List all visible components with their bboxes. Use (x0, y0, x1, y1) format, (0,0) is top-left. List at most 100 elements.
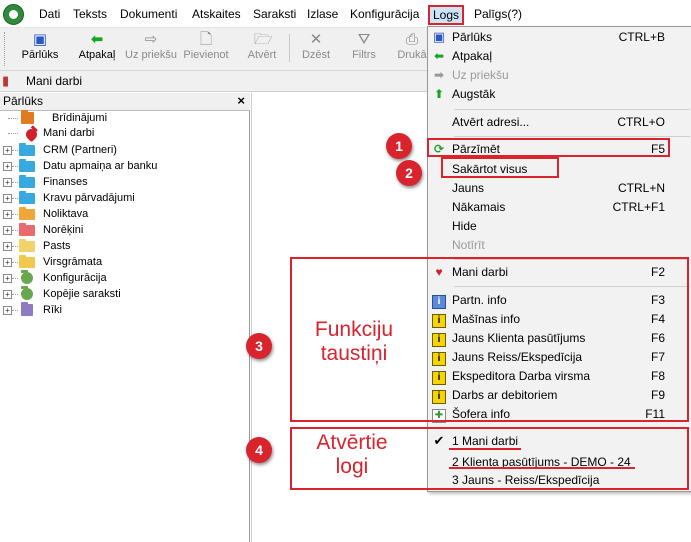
dzest-button[interactable]: ✕ Dzēst (299, 30, 333, 66)
annotation-badge-1: 1 (386, 133, 412, 159)
menu-item-ekspeditora-darba-virsma[interactable]: i Ekspeditora Darba virsma F8 (428, 367, 691, 386)
tree-connector (12, 310, 18, 311)
menu-item-hide[interactable]: Hide (428, 217, 691, 236)
atvert-button[interactable]: 🗁 Atvērt (244, 30, 280, 66)
tree-connector (8, 118, 18, 119)
menu-dati[interactable]: Dati (39, 7, 60, 21)
arrow-right-icon: ➡ (433, 68, 445, 82)
expand-icon[interactable]: + (3, 146, 12, 155)
menu-item-nakamais[interactable]: Nākamais CTRL+F1 (428, 198, 691, 217)
filtrs-button[interactable]: ⛛ Filtrs (348, 30, 380, 66)
menu-item-label: Atvērt adresi... (452, 115, 530, 129)
expand-icon[interactable]: + (3, 210, 12, 219)
underline-window-2 (449, 467, 635, 469)
tree-item-label: Virsgrāmata (43, 256, 103, 268)
expand-icon[interactable]: + (3, 178, 12, 187)
tree-item-virsgramata[interactable]: + Virsgrāmata (0, 255, 240, 271)
toolbar-grip[interactable] (4, 32, 8, 66)
tree-item-finanses[interactable]: + Finanses (0, 175, 240, 191)
menu-item-sofera-info[interactable]: ✚ Šofera info F11 (428, 405, 691, 424)
menu-item-label: 1 Mani darbi (452, 434, 519, 448)
menu-item-atvert-adresi[interactable]: Atvērt adresi... CTRL+O (428, 113, 691, 132)
menu-item-window-3[interactable]: 3 Jauns - Reiss/Ekspedīcija (428, 471, 691, 490)
menu-item-uz-prieksu[interactable]: ➡ Uz priekšu (428, 66, 691, 85)
explorer-header: Pārlūks × (0, 93, 250, 111)
menu-izlase[interactable]: Izlase (307, 7, 338, 21)
expand-icon[interactable]: + (3, 306, 12, 315)
menu-item-augstak[interactable]: ⬆ Augstāk (428, 85, 691, 104)
expand-icon[interactable]: + (3, 290, 12, 299)
explorer-close-button[interactable]: × (237, 93, 245, 108)
menu-item-label: Mašīnas info (452, 312, 521, 326)
favorites-icon: ▮ (2, 73, 10, 88)
browser-icon: ▣ (432, 29, 446, 44)
heart-icon (23, 126, 40, 143)
document-tab-mani-darbi[interactable]: Mani darbi (26, 74, 82, 88)
menu-item-atpakal[interactable]: ⬅ Atpakaļ (428, 47, 691, 66)
menu-paligs[interactable]: Palīgs(?) (474, 7, 522, 21)
menu-item-darbs-ar-debitoriem[interactable]: i Darbs ar debitoriem F9 (428, 386, 691, 405)
annotation-label-function-keys: Funkciju taustiņi (302, 318, 406, 366)
partner-info-icon: i (432, 293, 446, 309)
menu-saraksti[interactable]: Saraksti (253, 7, 296, 21)
tree-item-crm-partneri[interactable]: + CRM (Partneri) (0, 143, 240, 159)
menu-konfiguracija[interactable]: Konfigurācija (350, 7, 419, 21)
tree-item-bridinajumi[interactable]: Brīdinājumi (0, 110, 240, 127)
expand-icon[interactable]: + (3, 226, 12, 235)
menu-item-notirit[interactable]: Notīrīt (428, 236, 691, 255)
delete-icon: ✕ (309, 31, 323, 48)
tree-item-kravu-parvadajumi[interactable]: + Kravu pārvadājumi (0, 191, 240, 207)
menu-item-label: Hide (452, 219, 477, 233)
expand-icon[interactable]: + (3, 274, 12, 283)
menu-teksts[interactable]: Teksts (73, 7, 107, 21)
menu-item-parluks[interactable]: ▣ Pārlūks CTRL+B (428, 28, 691, 47)
expand-icon[interactable]: + (3, 258, 12, 267)
tree-item-pasts[interactable]: + Pasts (0, 239, 240, 255)
menu-item-label: Notīrīt (452, 238, 485, 252)
parluks-button[interactable]: ▣ Pārlūks (16, 30, 64, 66)
menu-item-label: Pārlūks (452, 30, 493, 44)
uz-prieksu-button[interactable]: ⇨ Uz priekšu (124, 30, 178, 66)
menu-item-jauns[interactable]: Jauns CTRL+N (428, 179, 691, 198)
druka-button-label: Drukā (397, 49, 427, 61)
menu-item-mani-darbi[interactable]: ♥ Mani darbi F2 (428, 263, 691, 282)
tree-item-noliktava[interactable]: + Noliktava (0, 207, 240, 223)
menu-atskaites[interactable]: Atskaites (192, 7, 241, 21)
tree-item-datu-apmaina[interactable]: + Datu apmaiņa ar banku (0, 159, 240, 175)
menu-item-parzimet[interactable]: ⟳ Pārzīmēt F5 (428, 140, 691, 159)
expand-icon[interactable]: + (3, 162, 12, 171)
check-icon: ✔ (433, 433, 445, 448)
menu-item-sakartot-visus[interactable]: Sakārtot visus (428, 160, 691, 179)
atpakal-button[interactable]: ⬅ Atpakaļ (74, 30, 120, 66)
druka-button[interactable]: ⎙ Drukā (394, 30, 430, 66)
menu-item-label: Pārzīmēt (452, 142, 501, 156)
menu-logs[interactable]: Logs (428, 5, 465, 25)
tree-item-riki[interactable]: + Rīki (0, 302, 240, 319)
expand-icon[interactable]: + (3, 194, 12, 203)
tree-item-mani-darbi[interactable]: Mani darbi (0, 126, 240, 143)
gear-icon (21, 286, 33, 300)
menu-item-window-2[interactable]: 2 Klienta pasūtījums - DEMO - 24 (428, 453, 691, 472)
menu-item-masinas-info[interactable]: i Mašīnas info F4 (428, 310, 691, 329)
menu-dokumenti[interactable]: Dokumenti (120, 7, 177, 21)
menu-item-label: Šofera info (452, 407, 511, 421)
menu-item-label: Ekspeditora Darba virsma (452, 369, 591, 383)
tree-item-label: Finanses (43, 176, 88, 188)
menu-item-partn-info[interactable]: i Partn. info F3 (428, 291, 691, 310)
menu-item-jauns-reiss[interactable]: i Jauns Reiss/Ekspedīcija F7 (428, 348, 691, 367)
menu-item-label: Sakārtot visus (452, 162, 528, 176)
atvert-button-label: Atvērt (247, 49, 277, 61)
pievienot-button[interactable]: 🗋 Pievienot (181, 30, 231, 66)
tree-item-noreķini[interactable]: + Norēķini (0, 223, 240, 239)
menu-item-jauns-klienta-pasutijums[interactable]: i Jauns Klienta pasūtījums F6 (428, 329, 691, 348)
expand-icon[interactable]: + (3, 242, 12, 251)
tree-item-konfiguracija[interactable]: + Konfigurācija (0, 270, 240, 287)
menu-item-shortcut: CTRL+F1 (612, 200, 665, 214)
filter-icon: ⛛ (357, 31, 371, 48)
folder-icon (19, 223, 35, 236)
tree-connector (12, 166, 18, 167)
menu-item-shortcut: CTRL+N (617, 181, 665, 195)
refresh-icon: ⟳ (433, 142, 445, 156)
explorer-title: Pārlūks (3, 94, 44, 108)
tree-item-kopejie-saraksti[interactable]: + Kopējie saraksti (0, 286, 240, 303)
